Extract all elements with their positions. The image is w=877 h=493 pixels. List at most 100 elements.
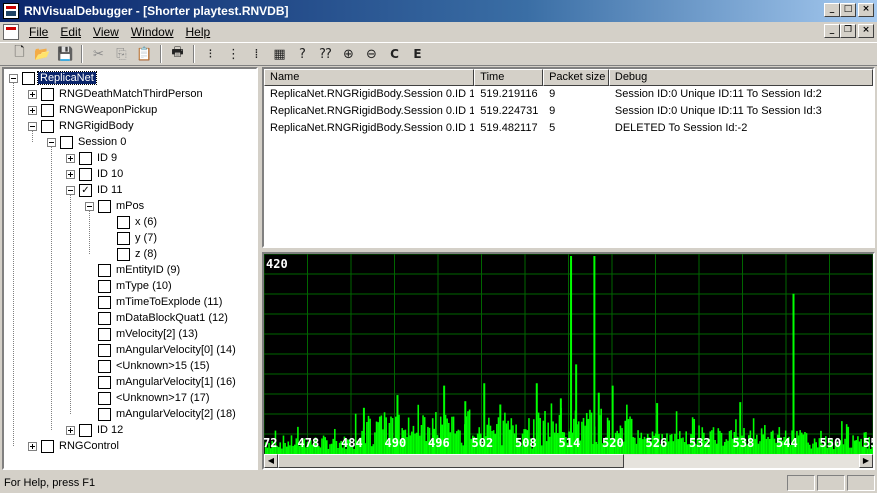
tree-node[interactable]: mDataBlockQuat1 (12)	[85, 310, 230, 326]
tree-node[interactable]: <Unknown>15 (15)	[85, 358, 212, 374]
tree-node[interactable]: RNGWeaponPickup	[28, 102, 159, 118]
checkbox[interactable]	[41, 439, 54, 453]
cut-icon[interactable]: ✂	[87, 43, 110, 65]
tree-node[interactable]: ID 9	[66, 150, 119, 166]
checkbox[interactable]	[79, 151, 92, 165]
tree-node-label[interactable]: ID 9	[95, 152, 119, 164]
tree-node-label[interactable]: mAngularVelocity[2] (18)	[114, 408, 238, 420]
menu-window[interactable]: Window	[125, 25, 180, 39]
expand-icon[interactable]	[28, 441, 37, 451]
tree-node[interactable]: <Unknown>17 (17)	[85, 390, 212, 406]
checkbox[interactable]	[60, 135, 73, 149]
tree-node-label[interactable]: <Unknown>17 (17)	[114, 392, 212, 404]
expand-icon[interactable]	[28, 89, 37, 99]
scroll-right-icon[interactable]: ▶	[859, 454, 873, 468]
checkbox[interactable]	[98, 295, 111, 309]
object-tree[interactable]: ReplicaNet RNGDeathMatchThirdPerson RNGWea…	[2, 67, 258, 470]
tree-node[interactable]: mAngularVelocity[2] (18)	[85, 406, 238, 422]
tree-node-label[interactable]: mAngularVelocity[1] (16)	[114, 376, 238, 388]
checkbox[interactable]	[117, 231, 130, 245]
checkbox[interactable]	[98, 279, 111, 293]
scroll-thumb[interactable]	[278, 454, 624, 468]
save-icon[interactable]: 💾	[54, 43, 77, 65]
column-packet-size[interactable]: Packet size	[543, 69, 609, 86]
expand-icon[interactable]	[66, 425, 75, 435]
checkbox[interactable]	[98, 359, 111, 373]
tree-node[interactable]: ReplicaNet	[9, 70, 97, 86]
tree-node-label[interactable]: RNGWeaponPickup	[57, 104, 159, 116]
menu-edit[interactable]: Edit	[54, 25, 87, 39]
child-close-button[interactable]: ×	[858, 24, 874, 38]
collapse-icon[interactable]	[47, 137, 56, 147]
tree-node-label[interactable]: mPos	[114, 200, 146, 212]
tree-node[interactable]: mAngularVelocity[0] (14)	[85, 342, 238, 358]
zoom-out-icon[interactable]: ⊖	[360, 43, 383, 65]
print-icon[interactable]: 🖶	[166, 43, 189, 65]
checkbox[interactable]	[41, 103, 54, 117]
checkbox[interactable]	[98, 343, 111, 357]
zoom-in-icon[interactable]: ⊕	[337, 43, 360, 65]
tree-node-label[interactable]: ID 10	[95, 168, 125, 180]
help-icon[interactable]: ?	[291, 43, 314, 65]
list-row[interactable]: ReplicaNet.RNGRigidBody.Session 0.ID 11 5…	[264, 86, 873, 103]
tree-node[interactable]: mEntityID (9)	[85, 262, 182, 278]
child-restore-button[interactable]: ❐	[840, 24, 856, 38]
tree-node[interactable]: RNGControl	[28, 438, 121, 454]
checkbox[interactable]	[79, 423, 92, 437]
checkbox[interactable]	[79, 167, 92, 181]
expand-icon[interactable]	[28, 105, 37, 115]
document-icon[interactable]	[3, 23, 19, 40]
tree-node-label[interactable]: RNGRigidBody	[57, 120, 136, 132]
child-minimize-button[interactable]: _	[824, 24, 840, 38]
menu-file[interactable]: File	[23, 25, 54, 39]
tree-node[interactable]: RNGRigidBody	[28, 118, 136, 134]
checkbox[interactable]	[41, 119, 54, 133]
checkbox[interactable]	[98, 407, 111, 421]
scroll-left-icon[interactable]: ◀	[264, 454, 278, 468]
tree-node[interactable]: ID 10	[66, 166, 125, 182]
list-row[interactable]: ReplicaNet.RNGRigidBody.Session 0.ID 11 5…	[264, 103, 873, 120]
tree-node[interactable]: RNGDeathMatchThirdPerson	[28, 86, 205, 102]
column-time[interactable]: Time	[474, 69, 544, 86]
context-help-icon[interactable]: ⁇	[314, 43, 337, 65]
tree-node-label[interactable]: mTimeToExplode (11)	[114, 296, 224, 308]
tree-node-label[interactable]: mAngularVelocity[0] (14)	[114, 344, 238, 356]
tree-view-large-icon[interactable]: ⁞	[245, 43, 268, 65]
e-button[interactable]: E	[406, 43, 429, 65]
list-row[interactable]: ReplicaNet.RNGRigidBody.Session 0.ID 11 5…	[264, 120, 873, 137]
packet-list[interactable]: Name Time Packet size Debug ReplicaNet.R…	[262, 67, 875, 248]
column-name[interactable]: Name	[264, 69, 475, 86]
checkbox[interactable]	[22, 71, 35, 85]
tree-node-label[interactable]: <Unknown>15 (15)	[114, 360, 212, 372]
tree-node[interactable]: x (6)	[104, 214, 159, 230]
expand-icon[interactable]	[66, 169, 75, 179]
checkbox[interactable]	[98, 263, 111, 277]
minimize-button[interactable]: _	[824, 3, 840, 17]
tree-node-label[interactable]: RNGDeathMatchThirdPerson	[57, 88, 205, 100]
copy-icon[interactable]: ⎘	[110, 43, 133, 65]
open-folder-icon[interactable]: 📂	[31, 43, 54, 65]
tree-node-label[interactable]: ID 11	[95, 184, 124, 196]
app-icon[interactable]	[3, 3, 19, 19]
tree-node[interactable]: y (7)	[104, 230, 159, 246]
tree-node[interactable]: Session 0	[47, 134, 128, 150]
collapse-icon[interactable]	[66, 185, 75, 195]
tree-node-label[interactable]: mEntityID (9)	[114, 264, 182, 276]
tree-node-label[interactable]: ReplicaNet	[37, 71, 97, 85]
tree-node-label[interactable]: mDataBlockQuat1 (12)	[114, 312, 230, 324]
new-file-icon[interactable]: 🗋	[8, 43, 31, 65]
checked-checkbox[interactable]: ✓	[79, 183, 92, 197]
tree-node-label[interactable]: mType (10)	[114, 280, 174, 292]
tree-view-small-icon[interactable]: ⁝	[199, 43, 222, 65]
tree-node[interactable]: mVelocity[2] (13)	[85, 326, 200, 342]
tree-node-label[interactable]: y (7)	[133, 232, 159, 244]
expand-icon[interactable]	[66, 153, 75, 163]
tree-node[interactable]: ✓ ID 11	[66, 182, 124, 198]
checkbox[interactable]	[98, 327, 111, 341]
checkbox[interactable]	[117, 247, 130, 261]
tree-node[interactable]: mPos	[85, 198, 146, 214]
checkbox[interactable]	[98, 375, 111, 389]
paste-icon[interactable]: 📋	[133, 43, 156, 65]
checkbox[interactable]	[98, 199, 111, 213]
checkbox[interactable]	[98, 391, 111, 405]
